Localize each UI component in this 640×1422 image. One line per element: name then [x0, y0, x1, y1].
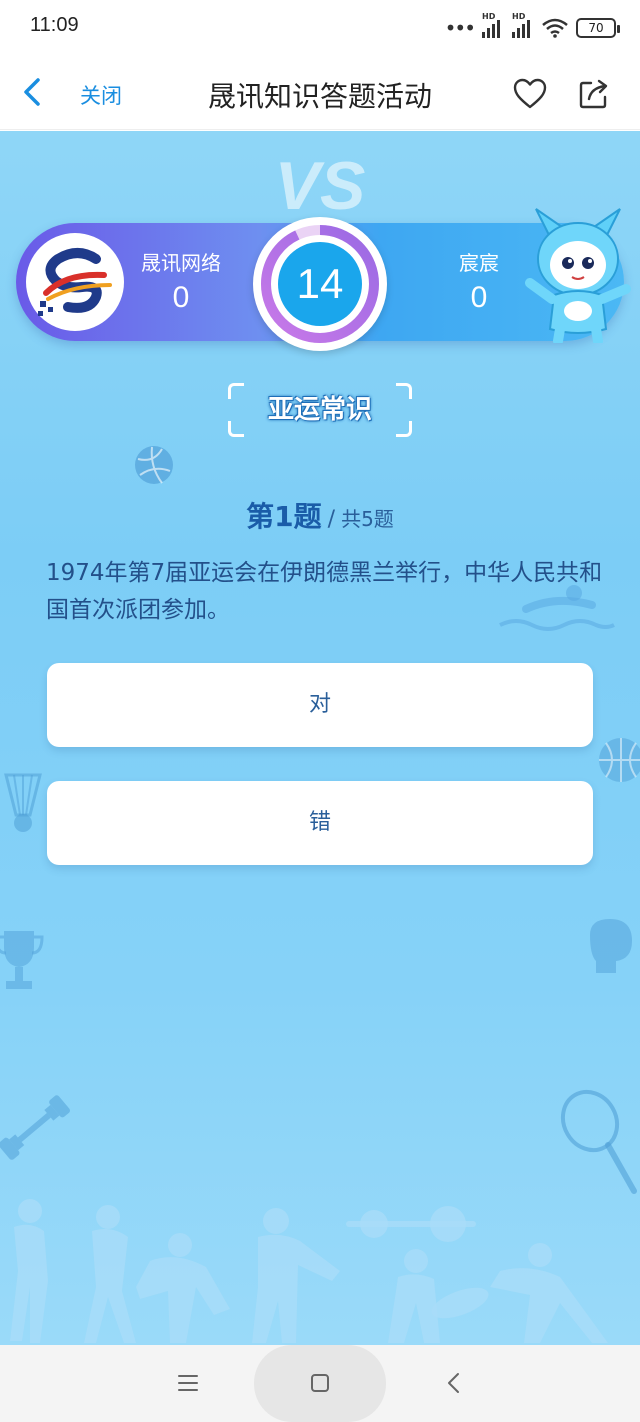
volleyball-icon — [135, 446, 173, 484]
status-time: 11:09 — [30, 14, 79, 36]
more-dots-icon: ••• — [444, 16, 476, 40]
category-label: 亚运常识 — [267, 395, 372, 425]
signal-icon: HD — [512, 12, 534, 38]
athletes-silhouette — [10, 1199, 608, 1343]
status-indicators: ••• HD HD 70 — [444, 12, 620, 42]
tennis-racket-icon — [560, 1089, 637, 1194]
player1-score: 0 — [172, 281, 190, 314]
question-number: 第1题 — [246, 500, 322, 533]
shuttlecock-icon — [4, 773, 42, 832]
countdown-timer: 14 — [253, 217, 387, 351]
battery-icon: 70 — [576, 18, 620, 38]
boxing-glove-icon — [590, 919, 632, 973]
player1-avatar — [26, 233, 124, 331]
question-total: 共5题 — [341, 507, 394, 531]
timer-seconds: 14 — [296, 260, 344, 307]
dumbbell-icon — [0, 1095, 71, 1160]
answer-true-button[interactable]: 对 — [47, 663, 593, 747]
close-button[interactable]: 关闭 — [80, 80, 122, 110]
share-icon[interactable] — [576, 76, 612, 112]
company-logo-icon — [38, 248, 112, 316]
home-icon[interactable] — [302, 1365, 338, 1401]
basketball-icon — [599, 738, 640, 782]
nav-bar: 关闭 晟讯知识答题活动 — [0, 56, 640, 130]
wifi-icon — [542, 18, 568, 38]
chevron-left-icon[interactable] — [14, 72, 54, 112]
signal-icon: HD — [482, 12, 504, 38]
back-icon[interactable] — [436, 1365, 472, 1401]
answer-false-button[interactable]: 错 — [47, 781, 593, 865]
quiz-area: VS 晟讯网络 0 宸宸 0 14 亚运常识 第1题 / 共5题 1974年第7… — [0, 131, 640, 1345]
hd-label: HD — [482, 12, 496, 21]
question-text: 1974年第7届亚运会在伊朗德黑兰举行，中华人民共和国首次派团参加。 — [46, 560, 603, 623]
mascot-avatar — [525, 208, 631, 343]
system-nav-bar — [0, 1345, 640, 1422]
heart-icon[interactable] — [512, 76, 548, 112]
player1-name: 晟讯网络 — [141, 251, 221, 275]
question-separator: / — [327, 507, 336, 532]
question-counter: 第1题 / 共5题 — [0, 495, 640, 535]
menu-icon[interactable] — [170, 1365, 206, 1401]
trophy-icon — [0, 931, 44, 989]
hd-label: HD — [512, 12, 526, 21]
status-bar: 11:09 ••• HD HD 70 — [0, 0, 640, 56]
category-badge: 亚运常识 — [228, 383, 412, 437]
